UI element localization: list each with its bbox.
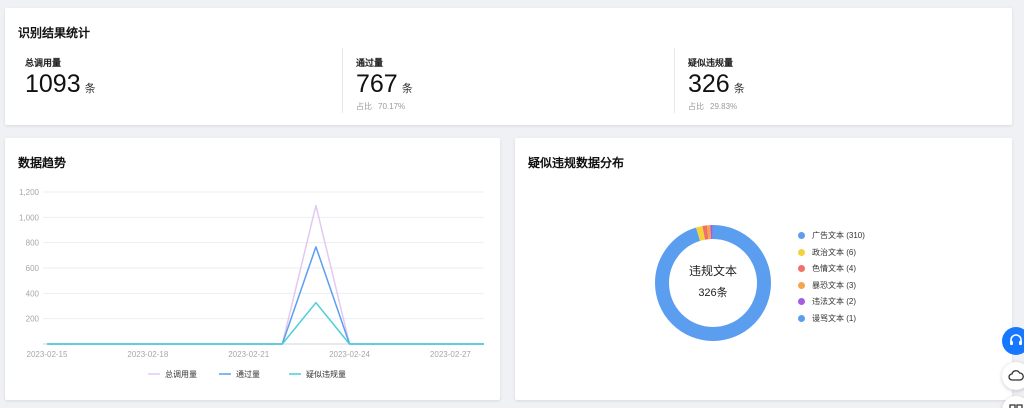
stat-passed-ratio: 占比 70.17% (356, 101, 405, 112)
trend-legend[interactable]: 总调用量 通过量 疑似违规量 (148, 369, 346, 379)
series-line (47, 246, 484, 345)
trend-y-axis: 200 400 600 800 1,000 1,200 (19, 188, 40, 324)
x-tick-label: 2023-02-15 (27, 350, 68, 359)
trend-series (47, 204, 484, 345)
x-tick-label: 2023-02-24 (329, 350, 370, 359)
y-tick-label: 400 (26, 289, 40, 298)
donut-legend-item[interactable]: 暴恐文本 (3) (798, 280, 856, 291)
donut-legend-item[interactable]: 色情文本 (4) (798, 263, 856, 274)
stat-suspected-value: 326 (688, 70, 730, 98)
donut-center-title: 违规文本 (689, 263, 737, 278)
donut-chart: 违规文本 326条 (655, 225, 771, 341)
stat-passed-ratio-value: 70.17% (378, 102, 406, 111)
stat-total-label: 总调用量 (25, 58, 62, 68)
stat-total-unit: 条 (84, 83, 96, 95)
y-tick-label: 600 (26, 264, 40, 273)
legend-dot (798, 298, 805, 305)
y-tick-label: 200 (26, 315, 40, 324)
stat-passed-unit: 条 (401, 83, 413, 95)
donut-slice[interactable] (655, 225, 771, 341)
stat-total: 总调用量 1093 条 (5, 48, 340, 113)
stat-suspected: 疑似违规量 326 条 占比 29.83% (674, 48, 1004, 113)
donut-legend-item[interactable]: 政治文本 (6) (798, 247, 856, 258)
series-line (47, 301, 484, 345)
legend-label: 疑似违规量 (306, 369, 346, 379)
donut-center-value: 326条 (698, 285, 727, 299)
legend-label: 色情文本 (4) (812, 264, 856, 273)
series-line (47, 204, 484, 345)
donut-legend-item[interactable]: 违法文本 (2) (798, 296, 856, 307)
stats-card: 识别结果统计 总调用量 1093 条 通过量 767 条 占比 70.17% 疑似违规… (5, 8, 1012, 125)
stat-total-value: 1093 (25, 70, 81, 98)
x-tick-label: 2023-02-27 (430, 350, 471, 359)
stats-title: 识别结果统计 (18, 26, 91, 40)
stat-passed-label: 通过量 (356, 58, 384, 68)
stat-suspected-ratio: 占比 29.83% (688, 101, 737, 112)
stat-suspected-unit: 条 (733, 83, 745, 95)
book-icon (1009, 404, 1023, 408)
stat-passed-ratio-label: 占比 (356, 102, 372, 111)
x-tick-label: 2023-02-21 (228, 350, 269, 359)
legend-item[interactable]: 通过量 (219, 369, 260, 379)
legend-label: 谩骂文本 (1) (812, 313, 856, 323)
cloud-icon (1008, 370, 1024, 381)
legend-label: 总调用量 (165, 369, 197, 379)
trend-grid (43, 191, 484, 345)
legend-label: 违法文本 (2) (812, 297, 856, 306)
legend-label: 广告文本 (310) (812, 231, 865, 240)
donut-legend-item[interactable]: 谩骂文本 (1) (798, 313, 856, 324)
y-tick-label: 1,200 (19, 188, 40, 197)
legend-dot (798, 265, 805, 272)
legend-item[interactable]: 疑似违规量 (289, 369, 346, 379)
legend-dot (798, 232, 805, 239)
legend-item[interactable]: 总调用量 (148, 369, 197, 379)
stat-suspected-label: 疑似违规量 (688, 58, 734, 68)
cloud-button[interactable] (1002, 362, 1024, 390)
stat-suspected-ratio-value: 29.83% (710, 102, 738, 111)
customer-service-button[interactable] (1002, 327, 1024, 355)
legend-label: 政治文本 (6) (812, 247, 856, 257)
legend-dot (798, 314, 805, 322)
stat-passed: 通过量 767 条 占比 70.17% (342, 48, 674, 113)
headset-icon (1010, 334, 1022, 345)
legend-dot (798, 248, 805, 256)
stat-passed-value: 767 (356, 70, 398, 98)
legend-dot (798, 281, 805, 289)
legend-label: 通过量 (236, 369, 260, 379)
trend-line-chart: 2004006008001,0001,200 2023-02-15 2023-02… (19, 188, 484, 379)
x-tick-label: 2023-02-18 (127, 350, 168, 359)
donut-slices (655, 225, 771, 341)
donut-legend-item[interactable]: 广告文本 (310) (798, 230, 865, 241)
y-tick-label: 800 (26, 239, 40, 248)
pie-title: 疑似违规数据分布 (528, 156, 625, 170)
y-tick-label: 1,000 (19, 213, 40, 222)
trend-x-axis: 2023-02-15 2023-02-18 2023-02-21 2023-02-24… (27, 350, 472, 359)
stat-suspected-ratio-label: 占比 (688, 102, 704, 111)
legend-label: 暴恐文本 (3) (812, 280, 856, 290)
